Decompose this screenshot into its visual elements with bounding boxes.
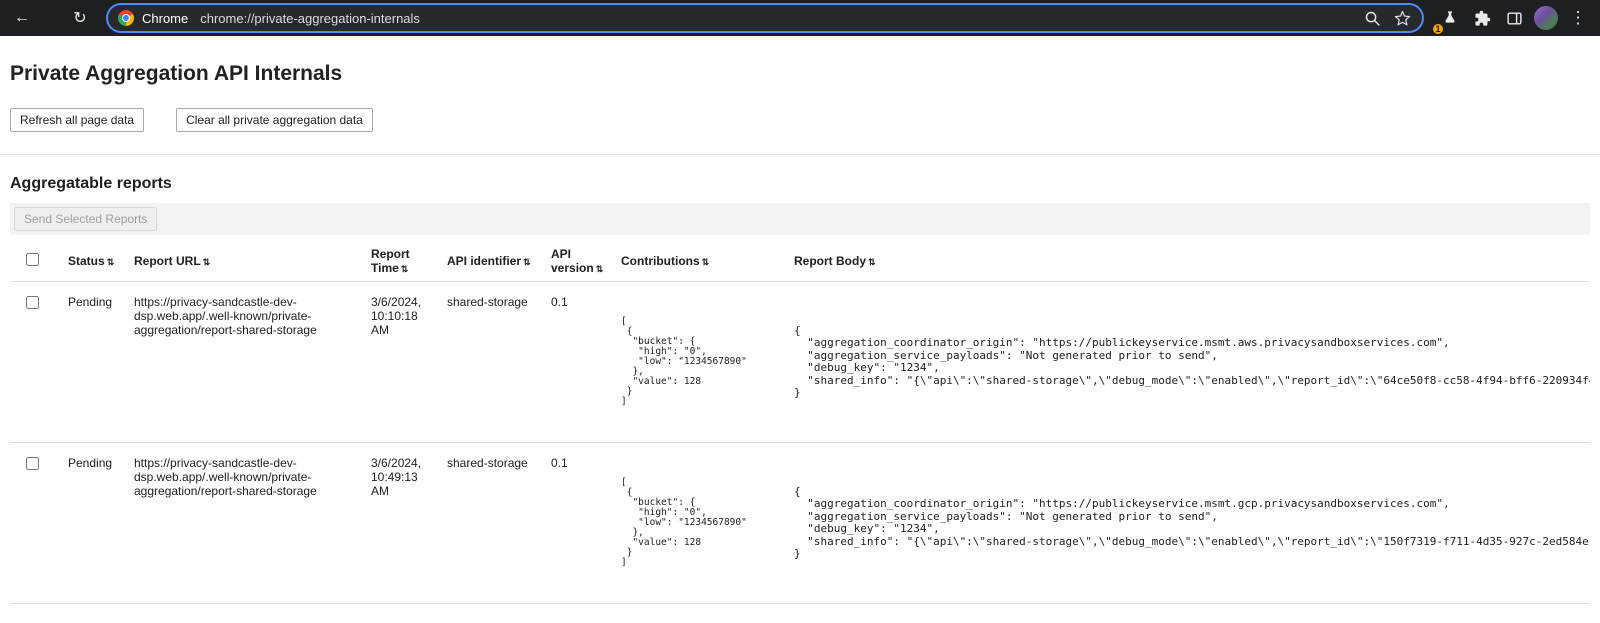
sort-icon: ⇅ (523, 257, 531, 267)
refresh-all-button[interactable]: Refresh all page data (10, 108, 144, 132)
status-cell: Pending (58, 443, 124, 604)
page-title: Private Aggregation API Internals (10, 62, 1600, 86)
browser-toolbar: ← ↻ Chrome chrome://private-aggregation-… (0, 0, 1600, 36)
report-time-cell: 3/6/2024, 10:10:18 AM (361, 282, 437, 443)
column-header-contributions[interactable]: Contributions⇅ (611, 241, 784, 282)
back-icon[interactable]: ← (8, 4, 36, 32)
sort-icon: ⇅ (868, 257, 876, 267)
column-header-report-time[interactable]: Report Time⇅ (361, 241, 437, 282)
extensions-puzzle-icon[interactable] (1468, 4, 1496, 32)
report-url-cell: https://privacy-sandcastle-dev-dsp.web.a… (124, 443, 361, 604)
report-time-cell: 3/6/2024, 10:49:13 AM (361, 443, 437, 604)
report-body-json: { "aggregation_coordinator_origin": "htt… (794, 486, 1586, 561)
select-all-cell (10, 241, 58, 282)
bookmark-star-icon[interactable] (1388, 5, 1416, 31)
chrome-logo-icon (118, 10, 134, 26)
sort-icon: ⇅ (203, 257, 211, 267)
contributions-json: [ { "bucket": { "high": "0", "low": "123… (621, 478, 780, 568)
api-identifier-cell: shared-storage (437, 282, 541, 443)
api-identifier-cell: shared-storage (437, 443, 541, 604)
url-text: chrome://private-aggregation-internals (200, 11, 1358, 26)
sort-icon: ⇅ (107, 257, 115, 267)
section-title: Aggregatable reports (10, 175, 1600, 193)
row-checkbox[interactable] (26, 457, 39, 470)
reports-toolbar: Send Selected Reports (10, 203, 1590, 235)
profile-avatar[interactable] (1534, 6, 1558, 30)
report-body-cell: { "aggregation_coordinator_origin": "htt… (784, 443, 1590, 604)
contributions-cell: [ { "bucket": { "high": "0", "low": "123… (611, 282, 784, 443)
report-body-json: { "aggregation_coordinator_origin": "htt… (794, 325, 1586, 400)
select-all-checkbox[interactable] (26, 253, 39, 266)
sort-icon: ⇅ (702, 257, 710, 267)
address-bar[interactable]: Chrome chrome://private-aggregation-inte… (108, 5, 1422, 31)
column-header-report-url[interactable]: Report URL⇅ (124, 241, 361, 282)
site-label: Chrome (142, 11, 188, 26)
kebab-menu-icon[interactable]: ⋮ (1564, 4, 1592, 32)
reload-icon[interactable]: ↻ (66, 4, 94, 32)
report-body-cell: { "aggregation_coordinator_origin": "htt… (784, 282, 1590, 443)
column-header-api-version[interactable]: API version⇅ (541, 241, 611, 282)
extension-badge: 1 (1432, 23, 1444, 35)
contributions-json: [ { "bucket": { "high": "0", "low": "123… (621, 317, 780, 407)
report-url-cell: https://privacy-sandcastle-dev-dsp.web.a… (124, 282, 361, 443)
page-actions: Refresh all page data Clear all private … (10, 108, 1600, 132)
extension-action-icon[interactable]: 1 (1436, 4, 1464, 32)
column-header-report-body[interactable]: Report Body⇅ (784, 241, 1590, 282)
row-checkbox-cell (10, 443, 58, 604)
aggregatable-reports-table: Status⇅ Report URL⇅ Report Time⇅ API ide… (10, 241, 1590, 604)
status-cell: Pending (58, 282, 124, 443)
clear-all-button[interactable]: Clear all private aggregation data (176, 108, 373, 132)
row-checkbox-cell (10, 282, 58, 443)
contributions-cell: [ { "bucket": { "high": "0", "low": "123… (611, 443, 784, 604)
side-panel-icon[interactable] (1500, 4, 1528, 32)
row-checkbox[interactable] (26, 296, 39, 309)
send-selected-reports-button[interactable]: Send Selected Reports (14, 207, 157, 231)
sort-icon: ⇅ (401, 264, 409, 274)
table-row: Pending https://privacy-sandcastle-dev-d… (10, 443, 1590, 604)
table-header-row: Status⇅ Report URL⇅ Report Time⇅ API ide… (10, 241, 1590, 282)
api-version-cell: 0.1 (541, 282, 611, 443)
sort-icon: ⇅ (596, 264, 604, 274)
section-divider (0, 154, 1600, 155)
toolbar-right-cluster: 1 ⋮ (1436, 4, 1592, 32)
api-version-cell: 0.1 (541, 443, 611, 604)
column-header-status[interactable]: Status⇅ (58, 241, 124, 282)
table-row: Pending https://privacy-sandcastle-dev-d… (10, 282, 1590, 443)
column-header-api-identifier[interactable]: API identifier⇅ (437, 241, 541, 282)
search-icon[interactable] (1358, 5, 1386, 31)
